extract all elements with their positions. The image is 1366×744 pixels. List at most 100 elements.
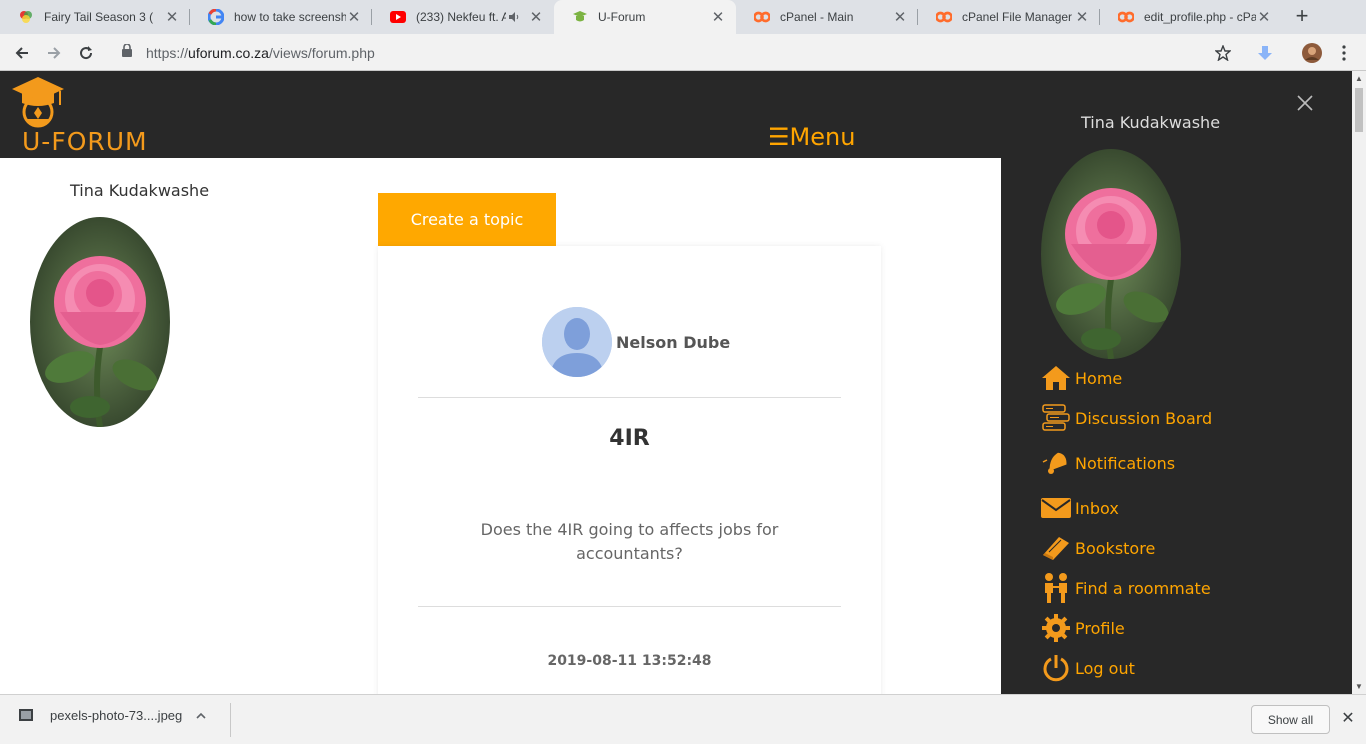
sidenav-item-notifications[interactable]: Notifications xyxy=(1039,447,1175,479)
sidenav-item-label: Find a roommate xyxy=(1075,578,1211,598)
gear-icon xyxy=(1039,612,1073,644)
reload-icon xyxy=(80,46,93,60)
sidenav-item-label: Discussion Board xyxy=(1075,408,1213,428)
forward-button[interactable] xyxy=(41,40,67,66)
notification-bell-icon xyxy=(1039,447,1073,479)
colorful-favicon-icon xyxy=(18,9,34,25)
side-nav: Tina Kudakwashe Home Discussion Board No… xyxy=(1001,71,1352,694)
close-icon[interactable]: ✕ xyxy=(892,9,908,26)
roommate-icon xyxy=(1039,572,1073,604)
sidenav-item-inbox[interactable]: Inbox xyxy=(1039,492,1119,524)
show-all-button[interactable]: Show all xyxy=(1251,705,1330,734)
browser-tab-strip: Fairy Tail Season 3 ( ✕ how to take scre… xyxy=(0,0,1366,34)
browser-tab[interactable]: how to take screensh ✕ xyxy=(190,0,372,34)
tab-title: cPanel File Manager xyxy=(962,10,1073,24)
topic-title[interactable]: 4IR xyxy=(378,426,881,451)
sidenav-item-log-out[interactable]: Log out xyxy=(1039,652,1135,684)
new-tab-button[interactable]: + xyxy=(1290,5,1314,29)
kebab-menu-icon[interactable] xyxy=(1331,40,1357,66)
download-item[interactable]: pexels-photo-73....jpeg xyxy=(18,707,206,723)
download-arrow-icon[interactable] xyxy=(1252,40,1278,66)
tab-title: U-Forum xyxy=(598,10,646,24)
menu-button[interactable]: ☰Menu xyxy=(768,123,855,151)
lock-icon xyxy=(122,43,136,62)
google-icon xyxy=(208,9,224,25)
divider xyxy=(418,397,841,398)
vertical-scrollbar[interactable]: ▲ ▼ xyxy=(1352,71,1366,694)
back-arrow-icon xyxy=(15,47,28,59)
image-file-icon xyxy=(18,707,34,723)
post-date: 2019-08-11 13:52:48 xyxy=(547,653,712,669)
author-name[interactable]: Nelson Dube xyxy=(616,333,730,352)
sidenav-item-discussion-board[interactable]: Discussion Board xyxy=(1039,402,1212,434)
browser-tab[interactable]: cPanel - Main ✕ xyxy=(736,0,918,34)
scroll-down-arrow-icon[interactable]: ▼ xyxy=(1355,682,1363,691)
close-download-bar-button[interactable]: ✕ xyxy=(1339,710,1357,728)
discussion-board-icon xyxy=(1039,402,1073,434)
sidenav-user-name: Tina Kudakwashe xyxy=(1081,113,1221,132)
sidenav-item-label: Bookstore xyxy=(1075,538,1156,558)
profile-avatar-icon[interactable] xyxy=(1299,40,1325,66)
divider xyxy=(230,703,231,737)
address-bar[interactable]: https://uforum.co.za/views/forum.php xyxy=(112,39,1242,67)
topic-body: Does the 4IR going to affects jobs for a… xyxy=(480,520,779,563)
profile-avatar[interactable] xyxy=(30,217,170,427)
bookmark-star-icon[interactable] xyxy=(1210,40,1236,66)
sidenav-item-label: Home xyxy=(1075,368,1123,388)
close-icon[interactable]: ✕ xyxy=(1256,9,1272,26)
close-icon[interactable]: ✕ xyxy=(710,9,726,26)
browser-tab[interactable]: (233) Nekfeu ft. A ✕ xyxy=(372,0,554,34)
close-icon xyxy=(1297,95,1313,111)
browser-tab[interactable]: Fairy Tail Season 3 ( ✕ xyxy=(0,0,190,34)
chevron-up-icon[interactable] xyxy=(196,708,206,722)
sidenav-item-label: Notifications xyxy=(1075,453,1176,473)
tab-title: edit_profile.php - cPa xyxy=(1144,10,1256,24)
topic-card: Nelson Dube 4IR Does the 4IR going to af… xyxy=(378,246,881,694)
close-icon[interactable]: ✕ xyxy=(1074,9,1090,26)
browser-tab[interactable]: cPanel File Manager ✕ xyxy=(918,0,1100,34)
sidenav-item-home[interactable]: Home xyxy=(1039,362,1122,394)
cpanel-icon xyxy=(936,9,952,25)
browser-toolbar: https://uforum.co.za/views/forum.php xyxy=(0,34,1366,71)
forward-arrow-icon xyxy=(48,47,61,59)
sidenav-item-find-a-roommate[interactable]: Find a roommate xyxy=(1039,572,1211,604)
tab-title: (233) Nekfeu ft. A xyxy=(416,10,506,24)
close-nav-button[interactable] xyxy=(1295,93,1315,113)
sidenav-item-label: Inbox xyxy=(1075,498,1119,518)
reload-button[interactable] xyxy=(73,40,99,66)
uforum-favicon-icon xyxy=(572,9,588,25)
sidenav-avatar[interactable] xyxy=(1041,149,1181,359)
close-icon[interactable]: ✕ xyxy=(346,9,362,26)
divider xyxy=(418,606,841,607)
tab-title: how to take screensh xyxy=(234,10,346,24)
post-author: Nelson Dube xyxy=(542,307,730,377)
cpanel-icon xyxy=(1118,9,1134,25)
tab-title: Fairy Tail Season 3 ( xyxy=(44,10,154,24)
download-file-name: pexels-photo-73....jpeg xyxy=(50,707,183,723)
youtube-icon xyxy=(390,9,406,25)
browser-tab[interactable]: edit_profile.php - cPa ✕ xyxy=(1100,0,1282,34)
sidenav-item-label: Log out xyxy=(1075,658,1135,678)
download-bar: pexels-photo-73....jpeg Show all ✕ xyxy=(0,694,1366,744)
close-icon[interactable]: ✕ xyxy=(164,9,180,26)
speaker-icon[interactable] xyxy=(506,9,522,25)
home-icon xyxy=(1039,362,1073,394)
scroll-up-arrow-icon[interactable]: ▲ xyxy=(1355,74,1363,83)
book-icon xyxy=(1039,532,1073,564)
author-avatar-icon xyxy=(542,307,612,377)
close-icon[interactable]: ✕ xyxy=(528,9,544,26)
browser-tab-active[interactable]: U-Forum ✕ xyxy=(554,0,736,34)
graduation-cap-logo-icon xyxy=(12,77,64,128)
profile-user-name: Tina Kudakwashe xyxy=(70,181,210,200)
sidenav-item-bookstore[interactable]: Bookstore xyxy=(1039,532,1155,564)
sidenav-item-profile[interactable]: Profile xyxy=(1039,612,1125,644)
envelope-icon xyxy=(1039,492,1073,524)
page-viewport: U-FORUM ☰Menu Tina Kudakwashe Create a t… xyxy=(0,71,1352,694)
create-topic-button[interactable]: Create a topic xyxy=(378,193,556,246)
back-button[interactable] xyxy=(9,40,35,66)
scrollbar-thumb[interactable] xyxy=(1355,88,1363,132)
tab-title: cPanel - Main xyxy=(780,10,854,24)
url-text: https://uforum.co.za/views/forum.php xyxy=(146,45,375,61)
power-icon xyxy=(1039,652,1073,684)
cpanel-icon xyxy=(754,9,770,25)
